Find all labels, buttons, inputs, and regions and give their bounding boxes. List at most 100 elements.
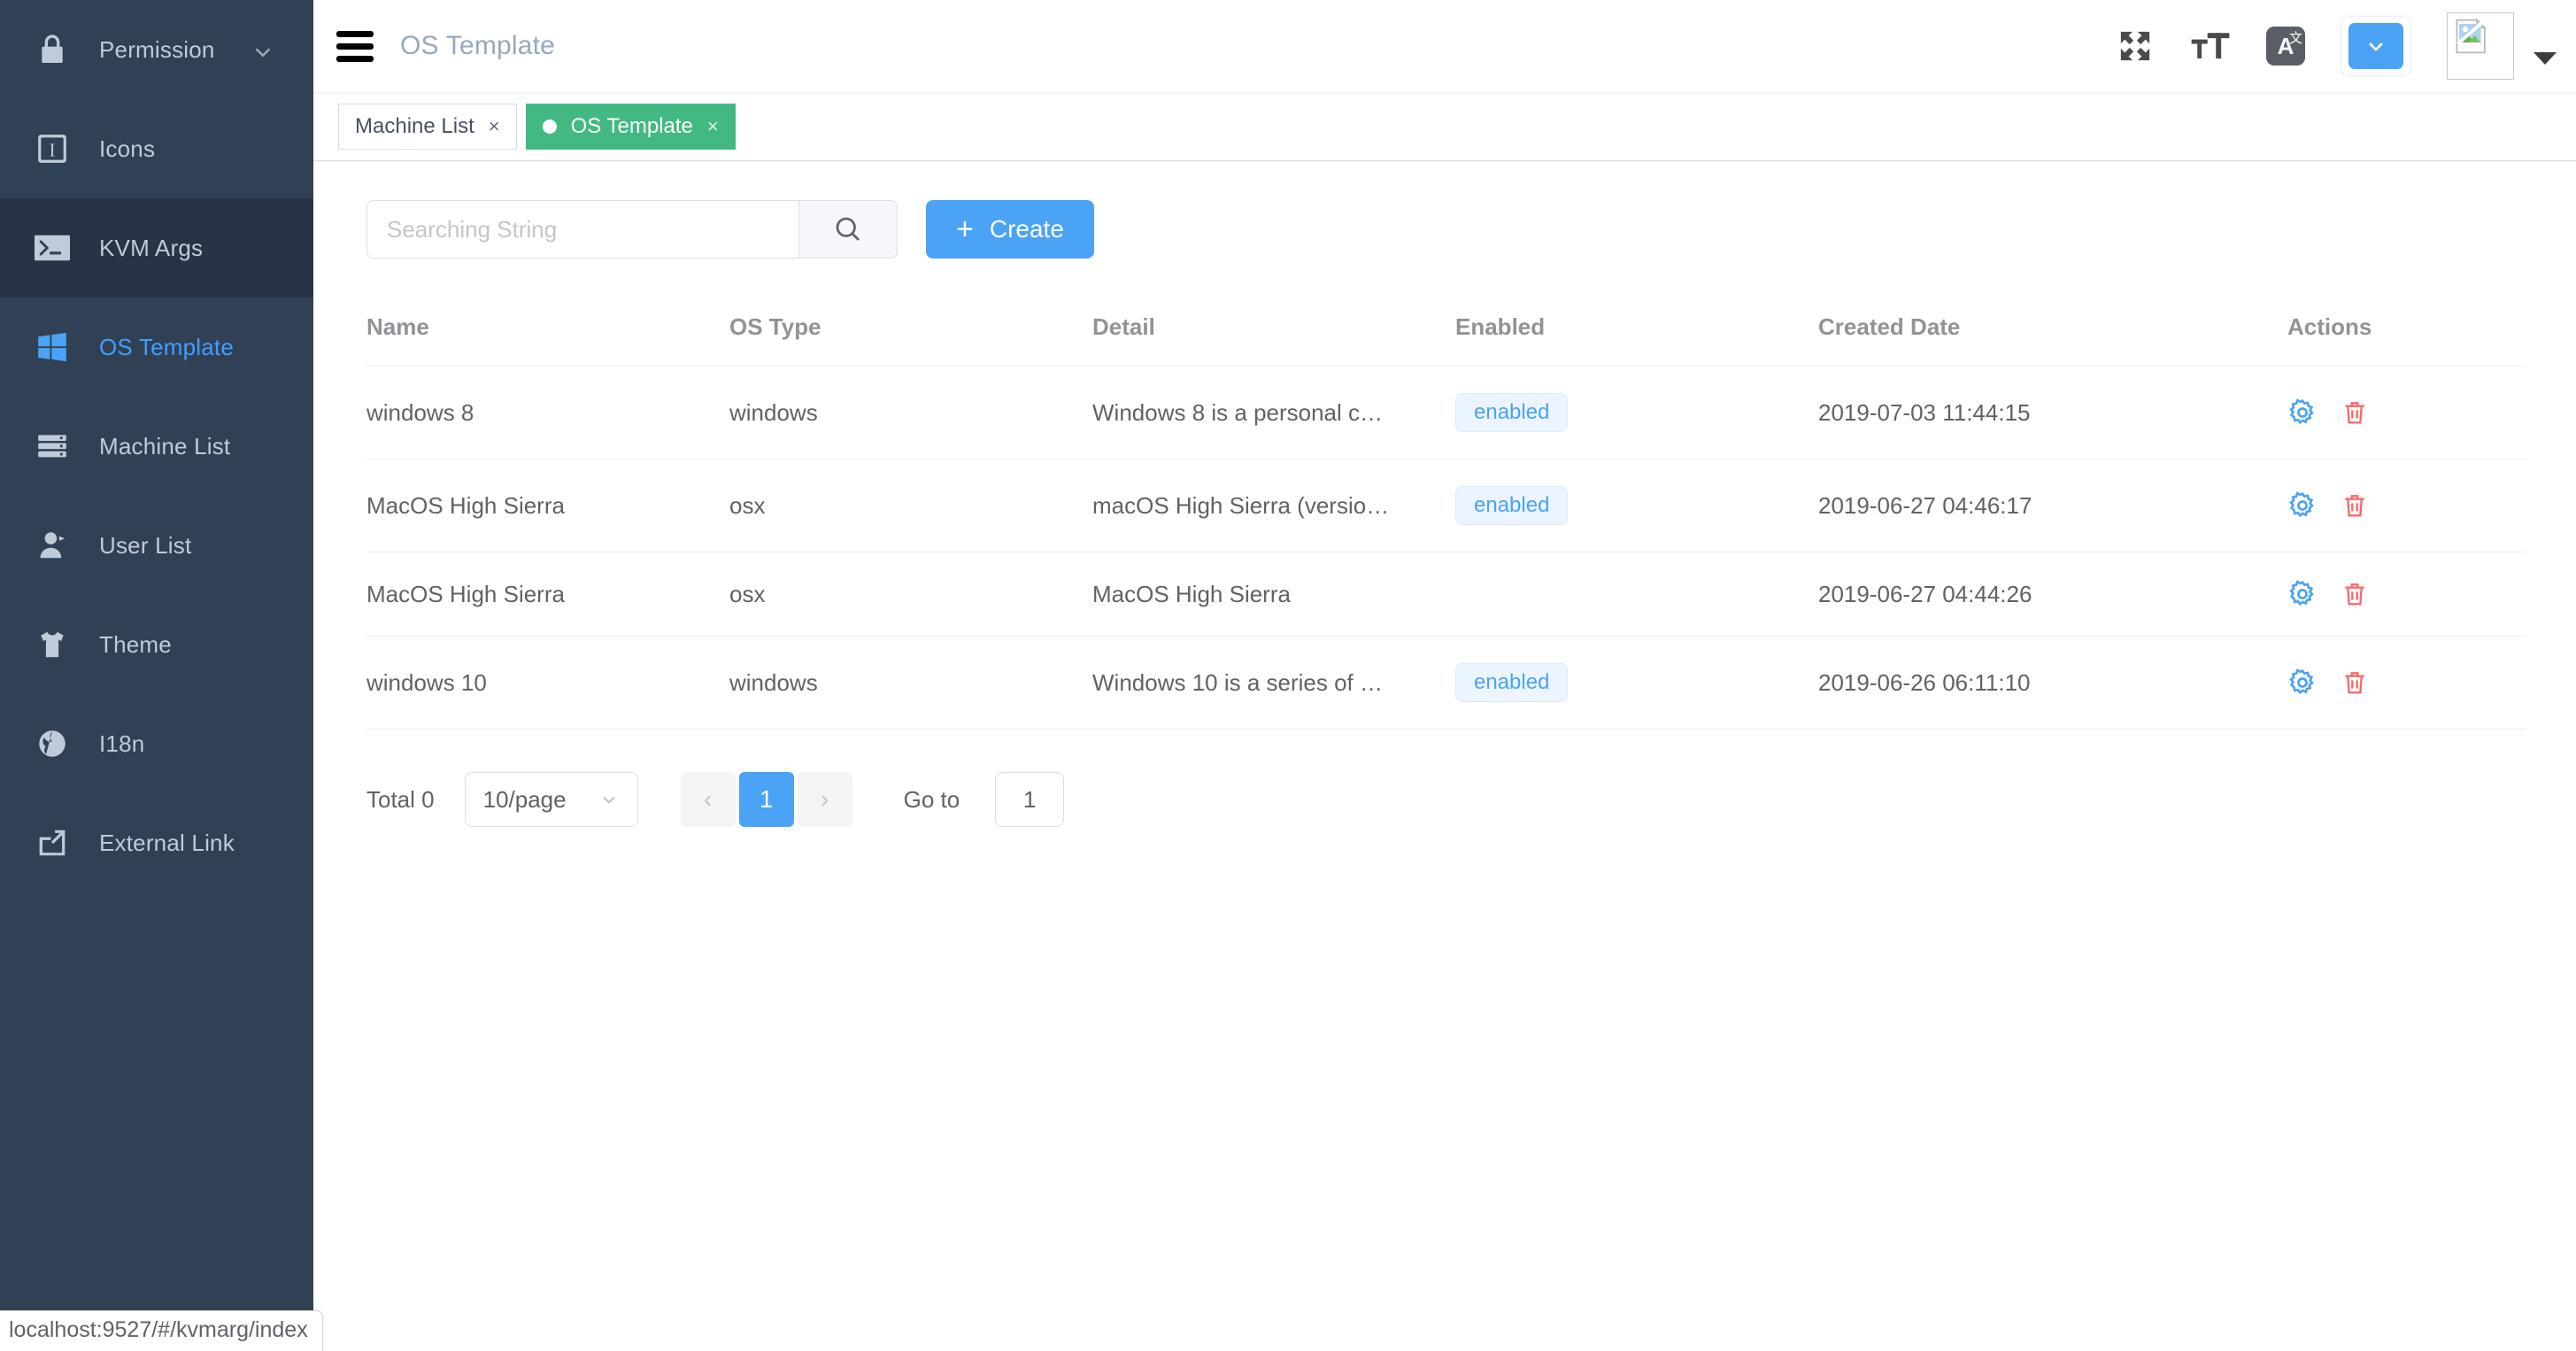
sidebar-item-external-link[interactable]: External Link (0, 793, 313, 892)
caret-down-icon[interactable] (2534, 52, 2557, 65)
total-count-label: Total 0 (366, 785, 435, 813)
create-button[interactable]: + Create (926, 200, 1094, 259)
trash-icon[interactable] (2341, 668, 2369, 697)
gear-icon[interactable] (2287, 668, 2318, 698)
sidebar-item-label: OS Template (99, 333, 235, 360)
column-header-created-date[interactable]: Created Date (1818, 294, 2287, 367)
trash-icon[interactable] (2341, 580, 2369, 608)
font-size-icon[interactable] (2190, 27, 2231, 66)
translate-badge: A 文 (2266, 27, 2305, 66)
prev-page-button[interactable]: ‹ (680, 772, 736, 827)
trash-icon[interactable] (2341, 491, 2369, 520)
table-header-row: Name OS Type Detail Enabled Created Date… (366, 294, 2526, 367)
table-row[interactable]: MacOS High Sierra osx macOS High Sierra … (366, 459, 2526, 552)
avatar[interactable] (2447, 12, 2514, 80)
svg-text:I: I (50, 142, 56, 161)
cell-actions (2287, 459, 2526, 552)
cell-actions (2287, 366, 2526, 459)
table-row[interactable]: windows 10 windows Windows 10 is a serie… (366, 636, 2526, 730)
user-menu[interactable] (2447, 12, 2557, 80)
column-header-enabled[interactable]: Enabled (1455, 294, 1818, 367)
status-badge: enabled (1455, 393, 1569, 432)
gear-icon[interactable] (2287, 490, 2318, 521)
next-page-button[interactable]: › (797, 772, 852, 827)
chevron-down-icon (2369, 42, 2383, 51)
cell-created-date: 2019-06-27 04:46:17 (1818, 459, 2287, 552)
translate-icon[interactable]: A 文 (2266, 27, 2305, 66)
sidebar-item-i18n[interactable]: I18n (0, 694, 313, 793)
user-icon (32, 529, 73, 562)
cell-detail: Windows 10 is a series of … (1092, 636, 1455, 730)
sidebar-item-label: Theme (99, 630, 172, 658)
fullscreen-icon[interactable] (2116, 27, 2155, 66)
theme-picker-button[interactable] (2341, 16, 2411, 76)
sidebar-item-os-template[interactable]: OS Template (0, 297, 313, 397)
page-number-1[interactable]: 1 (738, 772, 794, 827)
translate-cjk-glyph: 文 (2288, 31, 2302, 46)
sidebar-item-label: External Link (99, 829, 235, 856)
sidebar-item-user-list[interactable]: User List (0, 496, 313, 595)
windows-icon (32, 330, 73, 364)
server-icon (32, 429, 73, 463)
theme-picker-inner (2348, 23, 2403, 69)
main-container: OS Template A 文 Machine List × OS Templa… (313, 0, 2576, 1351)
page-size-value: 10/page (482, 785, 567, 813)
search-input[interactable] (366, 200, 798, 259)
column-header-detail[interactable]: Detail (1092, 294, 1455, 367)
navbar: OS Template A 文 (313, 0, 2576, 92)
search-button[interactable] (798, 200, 898, 259)
icons-icon: I (32, 132, 73, 166)
cell-os-type: osx (729, 552, 1092, 637)
cell-created-date: 2019-06-27 04:44:26 (1818, 552, 2287, 637)
gear-icon[interactable] (2287, 579, 2318, 609)
sidebar-item-machine-list[interactable]: Machine List (0, 397, 313, 496)
detail-text: Windows 10 is a series of … (1092, 668, 1384, 696)
cell-enabled: enabled (1455, 459, 1818, 552)
cell-detail: MacOS High Sierra (1092, 552, 1455, 637)
row-actions (2287, 398, 2526, 428)
sidebar-item-kvm-args[interactable]: KVM Args (0, 198, 313, 297)
sidebar-item-label: KVM Args (99, 234, 204, 261)
status-bar-url: localhost:9527/#/kvmarg/index (0, 1310, 323, 1351)
status-badge: enabled (1455, 486, 1569, 525)
external-link-icon (32, 826, 73, 860)
navbar-actions: A 文 (2116, 12, 2576, 80)
page-size-select[interactable]: 10/page (464, 772, 638, 827)
sidebar-item-label: Permission (99, 35, 215, 63)
cell-name: windows 8 (366, 366, 729, 459)
plus-icon: + (956, 212, 974, 246)
sidebar-item-permission[interactable]: Permission (0, 0, 313, 99)
sidebar-item-label: I18n (99, 730, 145, 757)
search-group (366, 200, 898, 259)
close-icon[interactable]: × (489, 115, 500, 138)
row-actions (2287, 490, 2526, 521)
terminal-icon (32, 235, 73, 261)
goto-page-input[interactable] (995, 772, 1065, 827)
tab-label: OS Template (570, 113, 693, 138)
tab-os-template[interactable]: OS Template × (525, 103, 736, 150)
table-row[interactable]: windows 8 windows Windows 8 is a persona… (366, 366, 2526, 459)
tshirt-icon (32, 628, 73, 661)
sidebar-item-theme[interactable]: Theme (0, 595, 313, 694)
gear-icon[interactable] (2287, 398, 2318, 428)
column-header-name[interactable]: Name (366, 294, 729, 367)
status-badge: enabled (1455, 663, 1569, 702)
close-icon[interactable]: × (707, 115, 719, 138)
trash-icon[interactable] (2341, 398, 2369, 427)
cell-name: windows 10 (366, 636, 729, 730)
row-actions (2287, 668, 2526, 698)
row-actions (2287, 579, 2526, 609)
cell-os-type: windows (729, 366, 1092, 459)
cell-enabled: enabled (1455, 366, 1818, 459)
cell-enabled: enabled (1455, 636, 1818, 730)
cell-os-type: windows (729, 636, 1092, 730)
toolbar: + Create (313, 200, 2576, 259)
tab-machine-list[interactable]: Machine List × (338, 103, 517, 150)
sidebar: Permission I Icons KVM Args OS Template … (0, 0, 313, 1351)
detail-text: macOS High Sierra (versio… (1092, 491, 1390, 519)
column-header-os-type[interactable]: OS Type (729, 294, 1092, 367)
hamburger-icon[interactable] (336, 25, 374, 68)
sidebar-item-icons[interactable]: I Icons (0, 99, 313, 198)
goto-label: Go to (903, 785, 960, 813)
table-row[interactable]: MacOS High Sierra osx MacOS High Sierra … (366, 552, 2526, 637)
